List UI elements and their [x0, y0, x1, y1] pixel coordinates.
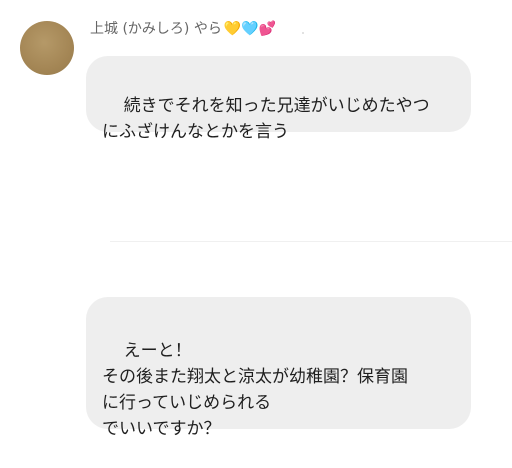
sender-avatar[interactable] [20, 21, 74, 75]
sender-name: 上城 (かみしろ) やら [90, 21, 222, 37]
divider [110, 241, 512, 242]
message-bubble-received[interactable]: えーと！ その後また翔太と涼太が幼稚園？保育園 に行っていじめられる でいいです… [86, 297, 471, 439]
message-bubble-received[interactable]: 続きでそれを知った兄達がいじめたやつ にふざけんなとかを言う [86, 56, 471, 142]
sender-name-row: 上城 (かみしろ) やら 💛🩵💕 [90, 18, 276, 40]
decor-dot [302, 32, 304, 34]
message-text: えーと！ その後また翔太と涼太が幼稚園？保育園 に行っていじめられる でいいです… [102, 341, 408, 439]
message-text: 続きでそれを知った兄達がいじめたやつ にふざけんなとかを言う [102, 96, 430, 142]
heart-emoji-icons: 💛🩵💕 [223, 21, 277, 37]
